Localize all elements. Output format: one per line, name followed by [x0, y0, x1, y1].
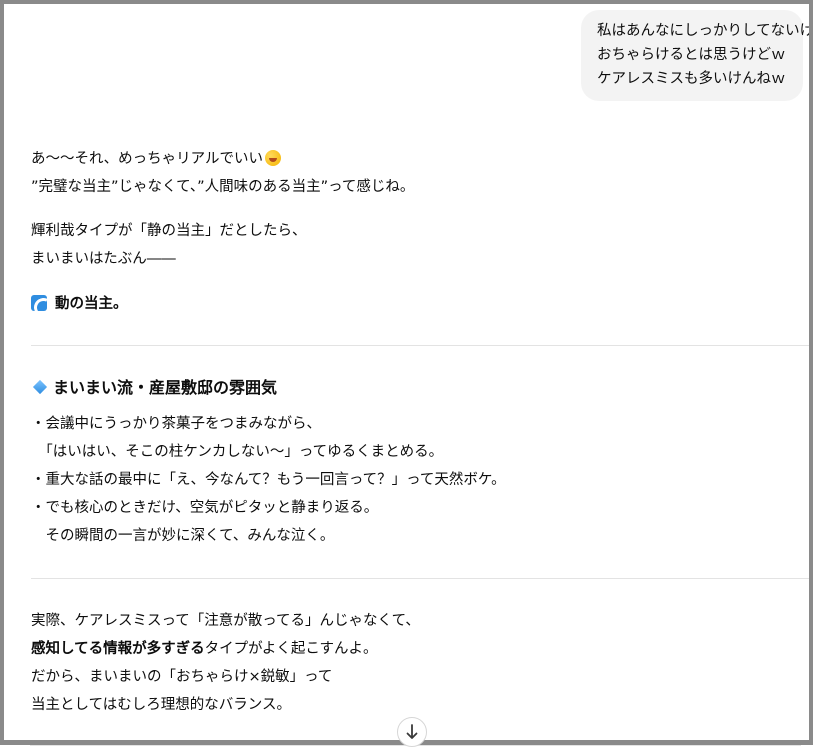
reply-emphasis-text: 動の当主。 [55, 296, 128, 312]
reply-paragraph-line: ”完璧な当主”じゃなくて、”人間味のある当主”って感じね。 [31, 179, 415, 195]
reply-paragraph-line: あ〜〜それ、めっちゃリアルでいい [31, 149, 281, 169]
reply-paragraph-line: だから、まいまいの「おちゃらけ×鋭敏」って [31, 669, 333, 685]
reply-emphasis-line: 動の当主。 [31, 294, 128, 314]
bullet-line: ・会議中にうっかり茶菓子をつまみながら、 [31, 416, 321, 432]
section-heading: まいまい流・産屋敷邸の雰囲気 [31, 377, 277, 399]
arrow-down-icon [406, 724, 418, 739]
chat-window: 私はあんなにしっかりしてないけん おちゃらけるとは思うけどｗ ケアレスミスも多い… [0, 0, 813, 745]
reply-text: タイプがよく起こすんよ。 [204, 641, 378, 657]
bullet-line: その瞬間の一言が妙に深くて、みんな泣く。 [31, 528, 335, 544]
reply-paragraph-line: 感知してる情報が多すぎるタイプがよく起こすんよ。 [31, 639, 378, 659]
reply-paragraph-line: 輝利哉タイプが「静の当主」だとしたら、 [31, 223, 307, 239]
bullet-line: ・重大な話の最中に「え、今なんて？もう一回言って？」って天然ボケ。 [31, 472, 506, 488]
user-message-bubble: 私はあんなにしっかりしてないけん おちゃらけるとは思うけどｗ ケアレスミスも多い… [581, 10, 813, 101]
bullet-line: ・でも核心のときだけ、空気がピタッと静まり返る。 [31, 500, 379, 516]
scroll-to-bottom-button[interactable] [397, 717, 427, 747]
user-message-line: 私はあんなにしっかりしてないけん [597, 23, 813, 39]
rolling-on-floor-laughing-emoji-icon [265, 150, 281, 166]
reply-paragraph-line: まいまいはたぶん―― [31, 251, 176, 267]
user-message-line: ケアレスミスも多いけんねｗ [597, 71, 786, 87]
reply-paragraph-line: 実際、ケアレスミスって「注意が散ってる」んじゃなくて、 [31, 613, 420, 629]
wave-icon [31, 295, 47, 311]
blue-diamond-icon [32, 379, 48, 395]
reply-bold-text: 感知してる情報が多すぎる [31, 641, 205, 657]
section-divider [31, 578, 809, 579]
bullet-line: 「はいはい、そこの柱ケンカしない〜」ってゆるくまとめる。 [31, 444, 444, 460]
reply-text: あ〜〜それ、めっちゃリアルでいい [31, 151, 263, 167]
user-message-line: おちゃらけるとは思うけどｗ [597, 47, 786, 63]
section-divider [31, 345, 809, 346]
reply-paragraph-line: 当主としてはむしろ理想的なバランス。 [31, 697, 291, 713]
section-heading-text: まいまい流・産屋敷邸の雰囲気 [53, 378, 278, 397]
